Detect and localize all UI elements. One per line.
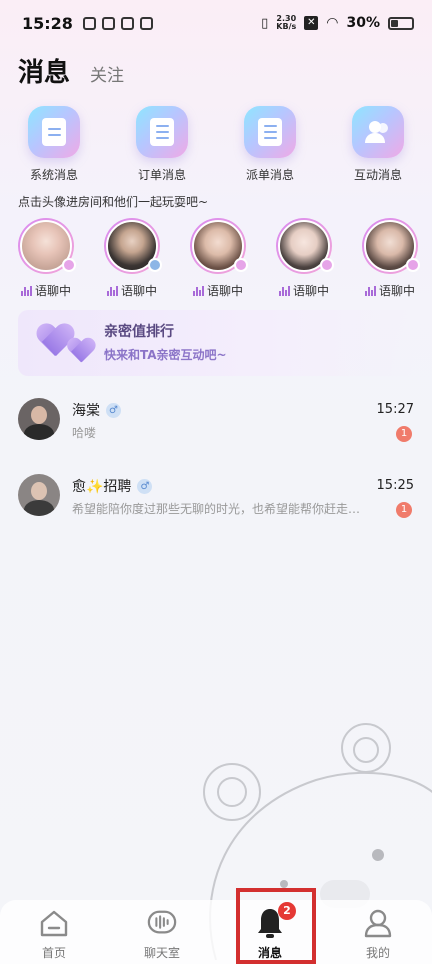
live-user[interactable]: 语聊中 (362, 218, 420, 299)
system-message-icon (28, 106, 80, 158)
conversation-item[interactable]: 海棠 ♂ 哈喽 15:27 1 (0, 396, 432, 472)
tab-follow[interactable]: 关注 (90, 61, 124, 86)
contact-name: 海棠 (72, 403, 100, 419)
chatroom-icon (147, 908, 177, 938)
live-user[interactable]: 语聊中 (276, 218, 334, 299)
audio-bars-icon (192, 285, 204, 296)
selection-highlight (236, 888, 316, 964)
live-status-label: 语聊中 (292, 284, 329, 298)
live-status: 语聊中 (364, 282, 415, 299)
conversation-list: 海棠 ♂ 哈喽 15:27 1 愈✨招聘 ♂ 希望能陪你度过那些无聊的时光，也希… (0, 396, 432, 548)
live-status-label: 语聊中 (34, 284, 71, 298)
tab-label: 我的 (365, 946, 390, 960)
message-time: 15:27 (376, 402, 414, 417)
live-hint-text: 点击头像进房间和他们一起玩耍吧~ (18, 195, 209, 209)
female-badge-icon (62, 258, 76, 272)
avatar[interactable] (18, 474, 60, 516)
tab-label: 首页 (41, 946, 66, 960)
male-icon: ♂ (137, 478, 153, 494)
page-header: 消息 关注 (18, 52, 124, 89)
tab-label: 聊天室 (143, 946, 180, 960)
avatar[interactable] (104, 218, 162, 274)
app-notification-icon (101, 16, 115, 30)
avatar[interactable] (18, 398, 60, 440)
home-icon (39, 908, 69, 938)
wifi-icon: ◠ (326, 15, 339, 31)
notification-icons (82, 16, 153, 30)
system-message-button[interactable]: 系统消息 (0, 106, 108, 183)
profile-icon (363, 908, 393, 938)
avatar[interactable] (18, 218, 76, 274)
message-time: 15:25 (376, 478, 414, 493)
live-status: 语聊中 (278, 282, 329, 299)
live-users-row: 语聊中 语聊中 语聊中 语聊中 语聊中 (18, 218, 420, 299)
avatar[interactable] (190, 218, 248, 274)
live-user[interactable]: 语聊中 (104, 218, 162, 299)
contact-name: 愈✨招聘 (72, 479, 132, 495)
status-time: 15:28 (22, 13, 73, 33)
interaction-message-button[interactable]: 互动消息 (324, 106, 432, 183)
app-notification-icon (139, 16, 153, 30)
conversation-name: 愈✨招聘 ♂ (72, 476, 153, 496)
audio-bars-icon (20, 285, 32, 296)
app-notification-icon (82, 16, 96, 30)
live-user[interactable]: 语聊中 (190, 218, 248, 299)
interaction-message-icon (352, 106, 404, 158)
order-message-button[interactable]: 订单消息 (108, 106, 216, 183)
live-status-label: 语聊中 (378, 284, 415, 298)
hearts-icon (36, 316, 98, 372)
quick-action-label: 派单消息 (245, 168, 294, 182)
audio-bars-icon (106, 285, 118, 296)
male-badge-icon (148, 258, 162, 272)
app-notification-icon (120, 16, 134, 30)
vibrate-icon: ▯ (261, 15, 269, 31)
tab-chatroom[interactable]: 聊天室 (108, 900, 216, 964)
status-bar: 15:28 ▯ 2.30 KB/s ✕ ◠ 30% (0, 0, 432, 46)
no-sim-icon: ✕ (304, 16, 319, 30)
order-message-icon (136, 106, 188, 158)
banner-subtitle: 快来和TA亲密互动吧~ (104, 348, 227, 362)
message-preview: 希望能陪你度过那些无聊的时光，也希望能帮你赶走… (72, 502, 361, 516)
unread-badge: 1 (396, 426, 412, 442)
unread-badge: 1 (396, 502, 412, 518)
live-status-label: 语聊中 (120, 284, 157, 298)
female-badge-icon (406, 258, 420, 272)
tab-home[interactable]: 首页 (0, 900, 108, 964)
live-status: 语聊中 (20, 282, 71, 299)
female-badge-icon (234, 258, 248, 272)
bottom-tab-bar: 首页 聊天室 2 消息 我的 (0, 900, 432, 964)
live-status: 语聊中 (192, 282, 243, 299)
avatar[interactable] (276, 218, 334, 274)
quick-action-label: 订单消息 (137, 168, 186, 182)
audio-bars-icon (364, 285, 376, 296)
dispatch-message-button[interactable]: 派单消息 (216, 106, 324, 183)
live-status-label: 语聊中 (206, 284, 243, 298)
dispatch-message-icon (244, 106, 296, 158)
live-user[interactable]: 语聊中 (18, 218, 76, 299)
male-icon: ♂ (106, 402, 121, 418)
page-title[interactable]: 消息 (18, 52, 70, 89)
message-preview: 哈喽 (72, 426, 97, 440)
battery-percent: 30% (346, 15, 380, 31)
live-status: 语聊中 (106, 282, 157, 299)
banner-title: 亲密值排行 (104, 324, 174, 340)
battery-icon (388, 16, 414, 30)
avatar[interactable] (362, 218, 420, 274)
conversation-name: 海棠 ♂ (72, 400, 121, 420)
intimacy-ranking-banner[interactable]: 亲密值排行 快来和TA亲密互动吧~ (18, 310, 414, 376)
female-badge-icon (320, 258, 334, 272)
tab-profile[interactable]: 我的 (324, 900, 432, 964)
network-speed: 2.30 KB/s (276, 15, 296, 31)
conversation-item[interactable]: 愈✨招聘 ♂ 希望能陪你度过那些无聊的时光，也希望能帮你赶走… 15:25 1 (0, 472, 432, 548)
quick-actions: 系统消息 订单消息 派单消息 互动消息 (0, 106, 432, 183)
quick-action-label: 互动消息 (353, 168, 402, 182)
audio-bars-icon (278, 285, 290, 296)
speed-unit: KB/s (276, 22, 297, 31)
quick-action-label: 系统消息 (29, 168, 78, 182)
